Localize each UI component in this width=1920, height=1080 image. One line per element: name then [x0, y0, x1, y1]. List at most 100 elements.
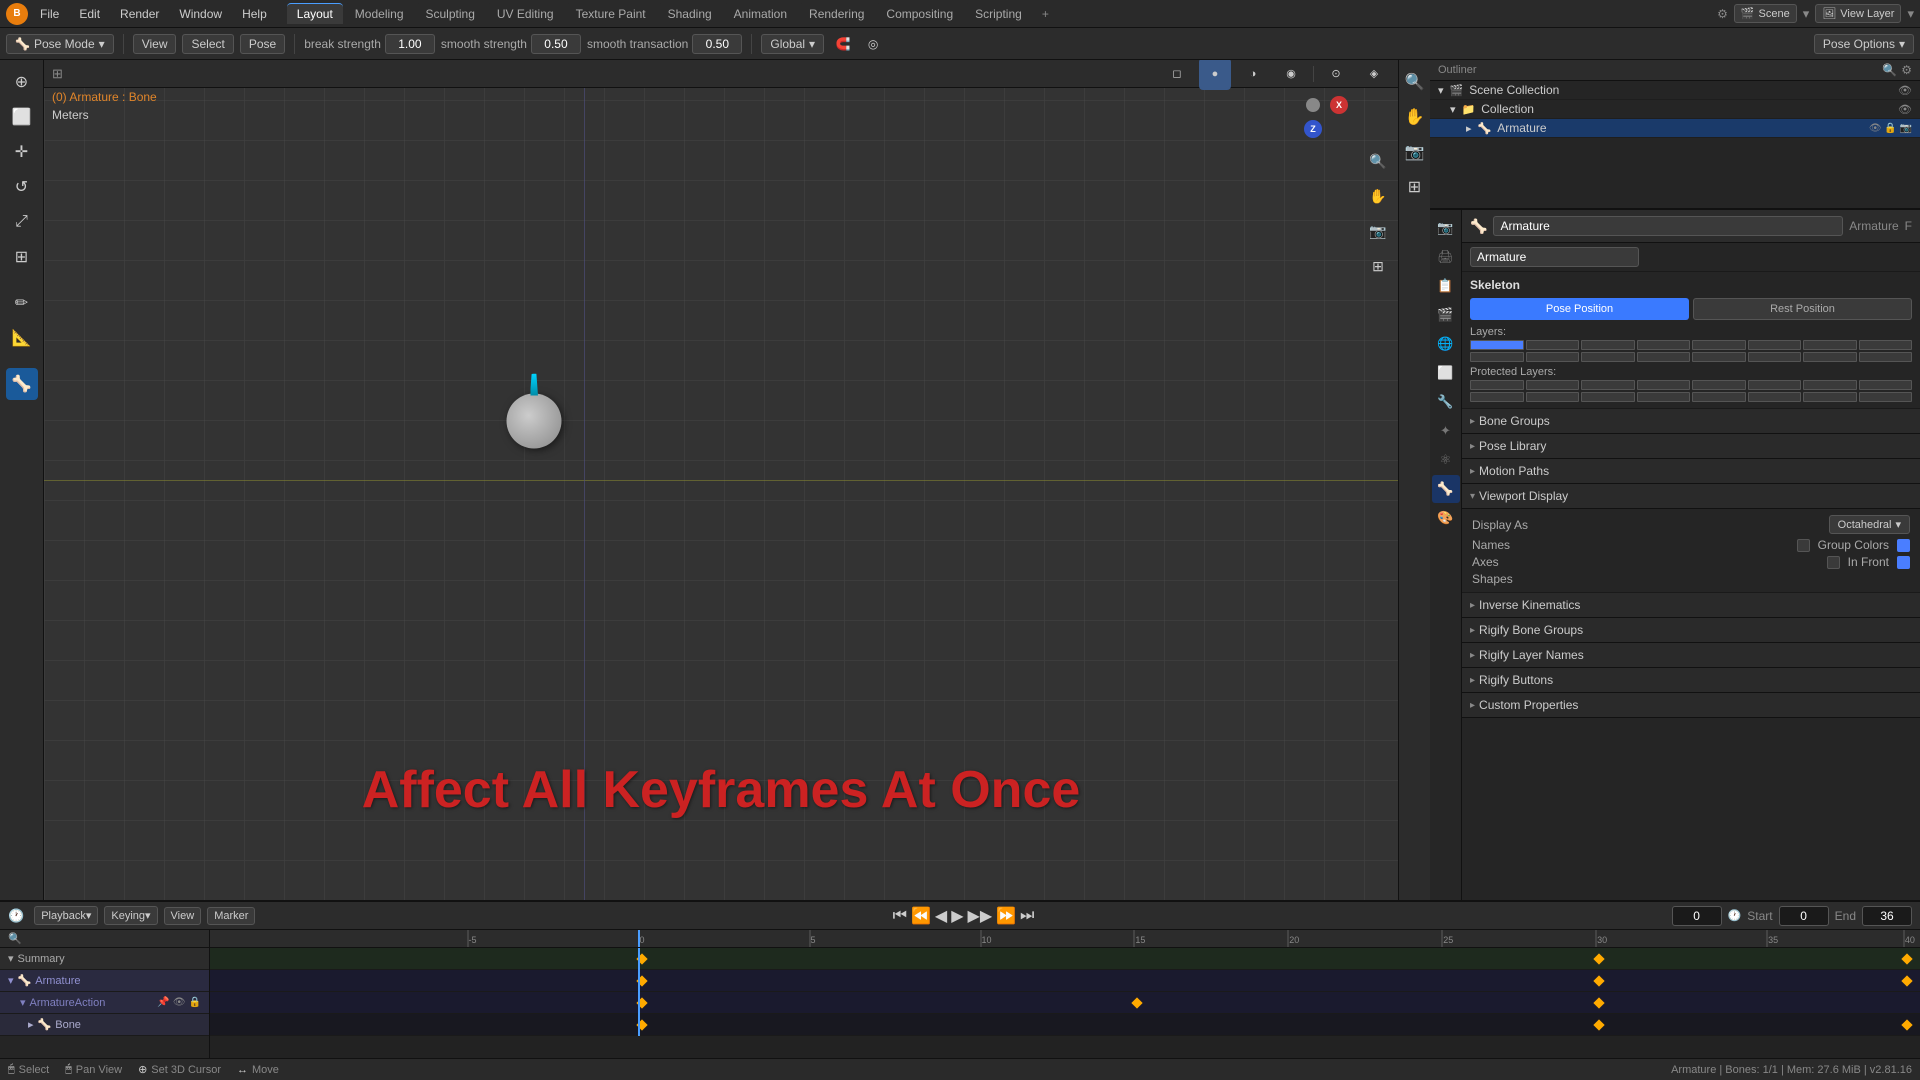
layer-8[interactable]	[1859, 340, 1913, 350]
display-as-dropdown[interactable]: Octahedral ▾	[1829, 515, 1910, 534]
view-menu-btn[interactable]: View	[133, 34, 177, 54]
player-8[interactable]	[1859, 380, 1913, 390]
inverse-kinematics-section[interactable]: ▸ Inverse Kinematics	[1462, 593, 1920, 618]
prop-render-icon[interactable]: 📷	[1432, 214, 1460, 242]
menu-render[interactable]: Render	[112, 5, 167, 23]
tab-compositing[interactable]: Compositing	[876, 3, 963, 24]
prop-particles-icon[interactable]: ✦	[1432, 417, 1460, 445]
jump-prev-btn[interactable]: ⏪	[911, 906, 931, 926]
grid-view-r[interactable]: ⊞	[1399, 171, 1431, 203]
rigify-buttons-section[interactable]: ▸ Rigify Buttons	[1462, 668, 1920, 693]
smooth-transaction-field[interactable]: 0.50	[692, 34, 742, 54]
camera-view-r[interactable]: 📷	[1399, 136, 1431, 168]
player-13[interactable]	[1692, 392, 1746, 402]
track-mute[interactable]: 👁	[173, 997, 186, 1008]
player-12[interactable]	[1637, 392, 1691, 402]
skip-start-btn[interactable]: ⏮	[893, 907, 907, 925]
layer-3[interactable]	[1581, 340, 1635, 350]
select-menu-btn[interactable]: Select	[182, 34, 233, 54]
viewport-body[interactable]: Right Orthographic (0) Armature : Bone M…	[44, 60, 1398, 900]
armature-track-header[interactable]: ▾ 🦴 Armature	[0, 970, 209, 992]
collection-row[interactable]: ▾ 📁 Collection 👁	[1430, 100, 1920, 119]
axes-checkbox[interactable]	[1827, 556, 1840, 569]
track-solo[interactable]: 🔒	[189, 997, 201, 1008]
zoom-tool-r[interactable]: 🔍	[1399, 66, 1431, 98]
menu-window[interactable]: Window	[171, 5, 230, 23]
menu-help[interactable]: Help	[234, 5, 275, 23]
prop-output-icon[interactable]: 🖨	[1432, 243, 1460, 271]
summary-track-header[interactable]: ▾ Summary	[0, 948, 209, 970]
menu-file[interactable]: File	[32, 5, 67, 23]
player-7[interactable]	[1803, 380, 1857, 390]
tab-layout[interactable]: Layout	[287, 3, 343, 24]
act-kf-2[interactable]	[1132, 997, 1143, 1008]
arm-kf-3[interactable]	[1901, 975, 1912, 986]
armature-vis-icons[interactable]: 👁 🔒 📷	[1869, 123, 1912, 134]
layer-16[interactable]	[1859, 352, 1913, 362]
scale-tool[interactable]: ⤢	[6, 206, 38, 238]
summary-kf-2[interactable]	[1593, 953, 1604, 964]
view-menu[interactable]: View	[164, 907, 202, 925]
prop-view-layer-icon[interactable]: 📋	[1432, 272, 1460, 300]
tab-modeling[interactable]: Modeling	[345, 3, 414, 24]
layer-11[interactable]	[1581, 352, 1635, 362]
rest-position-btn[interactable]: Rest Position	[1693, 298, 1912, 320]
collection-vis[interactable]: 👁	[1898, 103, 1912, 116]
gizmo-z-axis[interactable]: Z	[1304, 120, 1322, 138]
menu-edit[interactable]: Edit	[71, 5, 108, 23]
layer-14[interactable]	[1748, 352, 1802, 362]
prop-world-icon[interactable]: 🌐	[1432, 330, 1460, 358]
layer-5[interactable]	[1692, 340, 1746, 350]
tab-uv-editing[interactable]: UV Editing	[487, 3, 564, 24]
fake-user-btn[interactable]: F	[1905, 219, 1912, 233]
search-track-icon[interactable]: 🔍	[8, 932, 22, 945]
player-1[interactable]	[1470, 380, 1524, 390]
scene-collection-vis[interactable]: 👁	[1898, 84, 1912, 97]
jump-next-btn[interactable]: ⏩	[996, 906, 1016, 926]
pose-library-section[interactable]: ▸ Pose Library	[1462, 434, 1920, 459]
tab-animation[interactable]: Animation	[724, 3, 797, 24]
player-4[interactable]	[1637, 380, 1691, 390]
pose-menu-btn[interactable]: Pose	[240, 34, 285, 54]
transform-selector[interactable]: Global ▾	[761, 34, 824, 54]
zoom-in-btn[interactable]: 🔍	[1362, 145, 1394, 177]
action-track-header[interactable]: ▾ ArmatureAction 📌 👁 🔒	[0, 992, 209, 1014]
overlay-btn[interactable]: ⊙	[1320, 60, 1352, 90]
custom-properties-section[interactable]: ▸ Custom Properties	[1462, 693, 1920, 718]
timeline-frames[interactable]: -5 0 5 10 15 20 25 30 35 40	[210, 930, 1920, 1058]
tab-shading[interactable]: Shading	[658, 3, 722, 24]
prop-scene-icon[interactable]: 🎬	[1432, 301, 1460, 329]
prev-frame-btn[interactable]: ◀	[935, 906, 947, 926]
current-frame-field[interactable]: 0	[1672, 906, 1722, 926]
view-layer-chevron[interactable]: ▾	[1907, 6, 1914, 22]
bone-groups-section[interactable]: ▸ Bone Groups	[1462, 409, 1920, 434]
material-btn[interactable]: ◑	[1237, 60, 1269, 90]
transform-tool[interactable]: ⊞	[6, 241, 38, 273]
layer-9[interactable]	[1470, 352, 1524, 362]
skip-end-btn[interactable]: ⏭	[1020, 907, 1034, 925]
pan-tool-r[interactable]: ✋	[1399, 101, 1431, 133]
filter-icon[interactable]: ⚙	[1901, 63, 1912, 77]
tab-sculpting[interactable]: Sculpting	[416, 3, 485, 24]
rotate-tool[interactable]: ↺	[6, 171, 38, 203]
scene-chevron[interactable]: ▾	[1803, 6, 1810, 22]
layer-7[interactable]	[1803, 340, 1857, 350]
end-frame-field[interactable]: 36	[1862, 906, 1912, 926]
gizmo-center[interactable]	[1306, 98, 1320, 112]
pose-mode-selector[interactable]: 🦴 Pose Mode ▾	[6, 34, 114, 54]
bone-kf-3[interactable]	[1901, 1019, 1912, 1030]
prop-physics-icon[interactable]: ⚛	[1432, 446, 1460, 474]
marker-menu[interactable]: Marker	[207, 907, 255, 925]
camera-btn[interactable]: 📷	[1362, 215, 1394, 247]
arm-kf-2[interactable]	[1593, 975, 1604, 986]
pan-btn[interactable]: ✋	[1362, 180, 1394, 212]
proportional-icon[interactable]: ◎	[860, 33, 886, 55]
measure-tool[interactable]: 📐	[6, 322, 38, 354]
play-btn[interactable]: ▶	[951, 906, 963, 926]
layer-4[interactable]	[1637, 340, 1691, 350]
gizmo-x-axis[interactable]: X	[1330, 96, 1348, 114]
solid-btn[interactable]: ●	[1199, 60, 1231, 90]
group-colors-checkbox[interactable]	[1897, 539, 1910, 552]
armature-data-name-field[interactable]	[1470, 247, 1639, 267]
break-strength-field[interactable]: 1.00	[385, 34, 435, 54]
